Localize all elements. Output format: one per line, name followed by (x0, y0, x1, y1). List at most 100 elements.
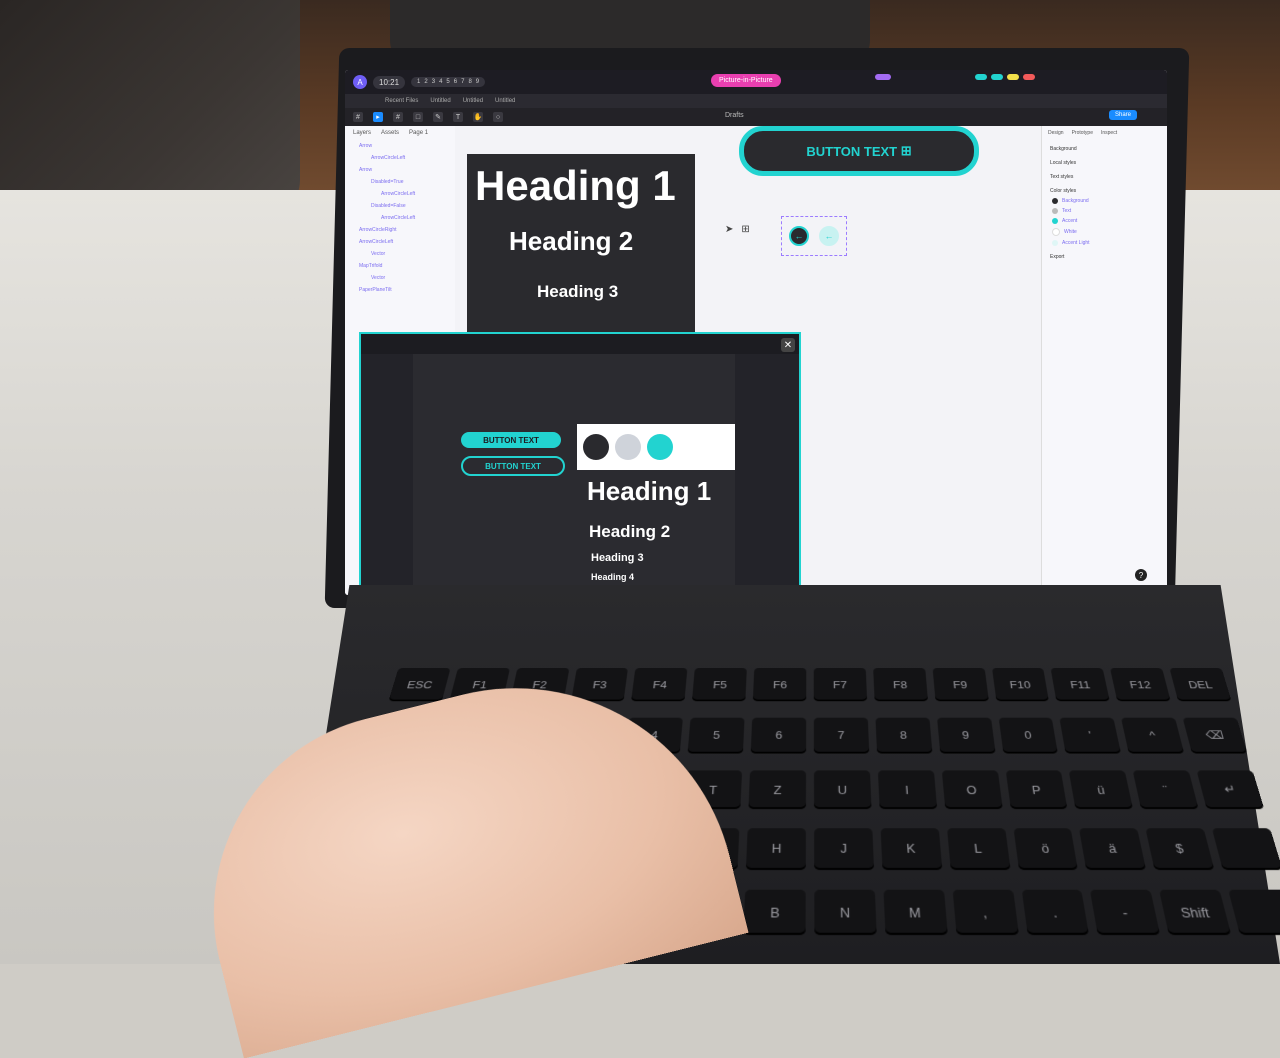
pen-tool-icon[interactable]: ✎ (433, 112, 443, 122)
layer-item[interactable]: Arrow (345, 164, 455, 176)
color-style-item[interactable]: Text (1042, 206, 1167, 216)
main-menu-icon[interactable]: # (353, 112, 363, 122)
keyboard-key[interactable]: ü (1069, 770, 1134, 810)
export-section[interactable]: Export (1042, 248, 1167, 262)
keyboard-key[interactable]: F9 (932, 667, 989, 702)
keyboard-key[interactable]: 0 (998, 717, 1059, 754)
workspace-pill[interactable]: 5 (446, 79, 449, 85)
keyboard-key[interactable]: ¨ (1132, 770, 1199, 810)
keyboard-key[interactable]: , (952, 890, 1019, 936)
page-selector[interactable]: Page 1 (409, 130, 428, 136)
paper-plane-icon[interactable]: ➤ (725, 224, 733, 235)
workspace-pill[interactable]: 9 (476, 79, 479, 85)
keyboard-key[interactable]: ↵ (1196, 770, 1265, 810)
close-icon[interactable]: ✕ (781, 338, 795, 352)
keyboard-key[interactable]: F4 (631, 667, 688, 702)
keyboard-key[interactable]: ⌫ (1182, 717, 1248, 754)
keyboard-key[interactable]: ^ (1121, 717, 1185, 754)
pip-indicator[interactable]: Picture-in-Picture (711, 74, 781, 87)
layer-item[interactable]: Disabled=False (345, 200, 455, 212)
comment-tool-icon[interactable]: ○ (493, 112, 503, 122)
tab-recent[interactable]: Recent Files (385, 98, 418, 104)
keyboard-key[interactable]: B (743, 890, 806, 936)
keyboard-key[interactable]: $ (1145, 827, 1215, 870)
text-tool-icon[interactable]: T (453, 112, 463, 122)
pip-button-outline[interactable]: BUTTON TEXT (461, 456, 565, 476)
assets-tab[interactable]: Assets (381, 130, 399, 136)
share-button[interactable]: Share (1108, 110, 1137, 120)
tab-untitled[interactable]: Untitled (463, 98, 483, 104)
keyboard-key[interactable]: F10 (991, 667, 1050, 702)
keyboard-key[interactable] (1211, 827, 1280, 870)
keyboard-key[interactable]: F8 (872, 667, 928, 702)
layer-item[interactable]: ArrowCircleLeft (345, 152, 455, 164)
layer-item[interactable]: Arrow (345, 140, 455, 152)
tab-untitled[interactable]: Untitled (430, 98, 450, 104)
keyboard-key[interactable]: F5 (692, 667, 748, 702)
pip-button-filled[interactable]: BUTTON TEXT (461, 432, 561, 448)
keyboard-key[interactable] (1228, 890, 1280, 936)
color-style-item[interactable]: White (1042, 226, 1167, 238)
layer-item[interactable]: ArrowCircleRight (345, 224, 455, 236)
map-trifold-icon[interactable]: ⊞ (741, 224, 749, 235)
tab-design[interactable]: Design (1048, 130, 1064, 136)
shape-tool-icon[interactable]: □ (413, 112, 423, 122)
layer-item[interactable]: Vector (345, 248, 455, 260)
keyboard-key[interactable]: L (946, 827, 1011, 870)
picture-in-picture-window[interactable]: ✕ BUTTON TEXT BUTTON TEXT Heading 1 Head… (359, 332, 801, 595)
network-pill[interactable] (875, 74, 891, 80)
keyboard-key[interactable]: DEL (1169, 667, 1232, 702)
layer-item[interactable]: Vector (345, 272, 455, 284)
frame-tool-icon[interactable]: # (393, 112, 403, 122)
workspace-pill[interactable]: 3 (432, 79, 435, 85)
keyboard-key[interactable]: K (880, 827, 943, 870)
workspace-pill[interactable]: 4 (439, 79, 442, 85)
layer-item[interactable]: Disabled=True (345, 176, 455, 188)
keyboard-key[interactable]: F3 (570, 667, 629, 702)
color-style-item[interactable]: Background (1042, 196, 1167, 206)
keyboard-key[interactable]: F12 (1110, 667, 1171, 702)
keyboard-key[interactable]: ö (1012, 827, 1079, 870)
layers-tab[interactable]: Layers (353, 130, 371, 136)
keyboard-key[interactable]: M (883, 890, 948, 936)
keyboard-key[interactable]: O (941, 770, 1003, 810)
color-style-item[interactable]: Accent (1042, 216, 1167, 226)
avatar[interactable]: A (353, 75, 367, 89)
workspace-pill[interactable]: 2 (424, 79, 427, 85)
keyboard-key[interactable]: F7 (813, 667, 868, 702)
arrow-frame[interactable]: ← ← (781, 216, 847, 256)
move-tool-icon[interactable]: ▸ (373, 112, 383, 122)
keyboard-key[interactable]: I (877, 770, 937, 810)
keyboard-key[interactable]: . (1021, 890, 1090, 936)
keyboard-key[interactable]: J (814, 827, 874, 870)
keyboard-key[interactable]: 8 (875, 717, 933, 754)
button-component[interactable]: BUTTON TEXT ⊞ (739, 126, 979, 176)
keyboard-key[interactable]: U (813, 770, 872, 810)
keyboard-key[interactable]: F11 (1050, 667, 1111, 702)
keyboard-key[interactable]: - (1090, 890, 1161, 936)
workspace-pill[interactable]: 1 (417, 79, 420, 85)
keyboard-key[interactable]: 5 (687, 717, 745, 754)
keyboard-key[interactable]: Shift (1159, 890, 1232, 936)
workspace-pill[interactable]: 6 (454, 79, 457, 85)
hand-tool-icon[interactable]: ✋ (473, 112, 483, 122)
layer-item[interactable]: ArrowCircleLeft (345, 236, 455, 248)
color-style-item[interactable]: Accent Light (1042, 238, 1167, 248)
keyboard-key[interactable]: 9 (936, 717, 996, 754)
arrow-circle-left-icon[interactable]: ← (789, 226, 809, 246)
layer-item[interactable]: PaperPlaneTilt (345, 284, 455, 296)
workspace-pill[interactable]: 7 (461, 79, 464, 85)
workspace-pill[interactable]: 8 (468, 79, 471, 85)
layer-item[interactable]: ArrowCircleLeft (345, 188, 455, 200)
keyboard-key[interactable]: ä (1079, 827, 1147, 870)
keyboard-key[interactable]: F6 (752, 667, 807, 702)
tab-untitled[interactable]: Untitled (495, 98, 515, 104)
keyboard-key[interactable]: 7 (813, 717, 870, 754)
help-button[interactable]: ? (1135, 569, 1147, 581)
drafts-label[interactable]: Drafts (725, 112, 744, 119)
keyboard-key[interactable]: ESC (388, 667, 451, 702)
layer-item[interactable]: ArrowCircleLeft (345, 212, 455, 224)
arrow-circle-left-disabled-icon[interactable]: ← (819, 226, 839, 246)
layer-item[interactable]: MapTrifold (345, 260, 455, 272)
keyboard-key[interactable]: Z (748, 770, 807, 810)
